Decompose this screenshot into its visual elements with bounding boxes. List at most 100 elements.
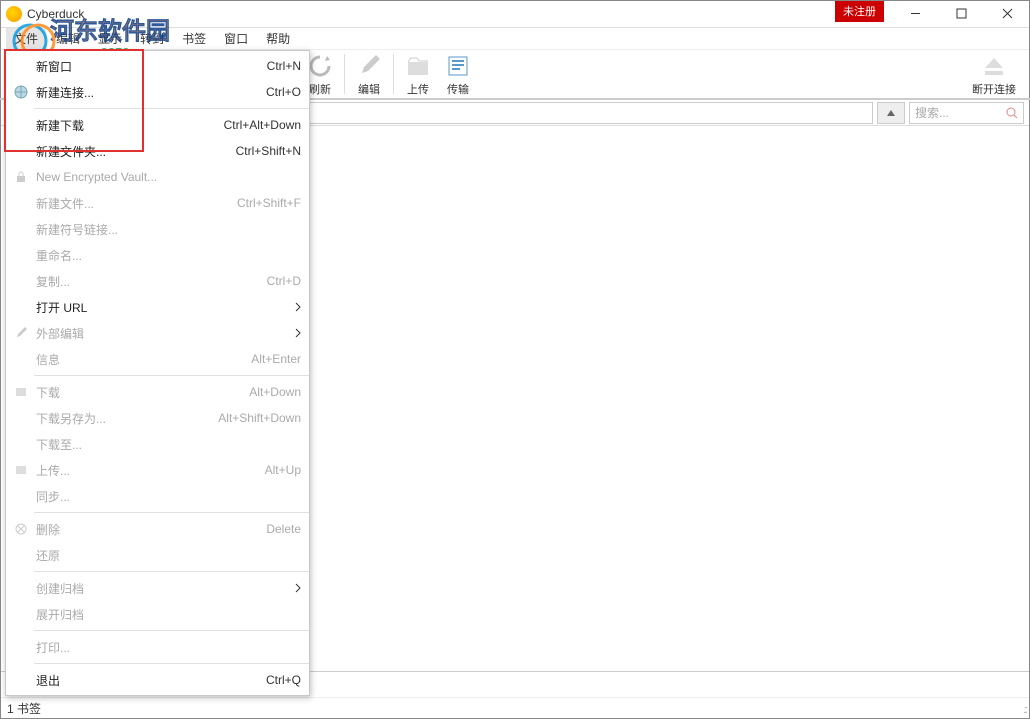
disconnect-label: 断开连接 [972, 81, 1016, 97]
menu-item-label: 同步... [32, 488, 301, 505]
blank-icon [10, 194, 32, 212]
submenu-arrow-icon [295, 302, 301, 312]
download-icon [10, 383, 32, 401]
submenu-arrow-icon [295, 328, 301, 338]
menu-item-shortcut: Alt+Enter [251, 352, 301, 366]
menu-item: 信息Alt+Enter [6, 346, 309, 372]
lock-icon [10, 168, 32, 186]
file-menu-dropdown: 新窗口Ctrl+N新建连接...Ctrl+O新建下载Ctrl+Alt+Down新… [5, 50, 310, 696]
menu-item: 下载至... [6, 431, 309, 457]
menu-item: 重命名... [6, 242, 309, 268]
globe-icon [10, 83, 32, 101]
menu-item[interactable]: 新建文件夹...Ctrl+Shift+N [6, 138, 309, 164]
blank-icon [10, 435, 32, 453]
menu-item-label: 新建连接... [32, 84, 266, 101]
menu-item-label: 打印... [32, 639, 301, 656]
menu-item-shortcut: Delete [266, 522, 301, 536]
upload-button[interactable]: 上传 [398, 50, 438, 99]
edit-button[interactable]: 编辑 [349, 50, 389, 99]
menu-item-label: 创建归档 [32, 580, 295, 597]
edit-label: 编辑 [358, 81, 380, 97]
submenu-arrow-icon [295, 583, 301, 593]
menu-separator [34, 108, 309, 109]
menu-item-label: New Encrypted Vault... [32, 170, 301, 184]
blank-icon [10, 350, 32, 368]
menu-item-label: 删除 [32, 521, 266, 538]
statusbar: 1 书签 [1, 697, 1029, 719]
menu-item-label: 新窗口 [32, 58, 267, 75]
menu-item-label: 复制... [32, 273, 267, 290]
menu-separator [34, 630, 309, 631]
menu-item: 打印... [6, 634, 309, 660]
menu-separator [34, 375, 309, 376]
blank-icon [10, 487, 32, 505]
menu-item[interactable]: 打开 URL [6, 294, 309, 320]
menu-separator [34, 571, 309, 572]
trash-icon [10, 520, 32, 538]
menu-item-label: 新建下载 [32, 117, 224, 134]
folder-up-icon [405, 53, 431, 79]
menu-item-label: 上传... [32, 462, 265, 479]
transfer-button[interactable]: 传输 [438, 50, 478, 99]
menu-item: 下载另存为...Alt+Shift+Down [6, 405, 309, 431]
blank-icon [10, 298, 32, 316]
menu-item-label: 展开归档 [32, 606, 301, 623]
menu-item-label: 新建文件夹... [32, 143, 236, 160]
menu-item: 新建文件...Ctrl+Shift+F [6, 190, 309, 216]
menu-item: 删除Delete [6, 516, 309, 542]
pen-icon [10, 324, 32, 342]
refresh-icon [307, 53, 333, 79]
refresh-label: 刷新 [309, 81, 331, 97]
menu-separator [34, 512, 309, 513]
menu-item-label: 下载 [32, 384, 249, 401]
menu-item-shortcut: Alt+Up [265, 463, 301, 477]
transfer-icon [445, 53, 471, 79]
menu-item: 还原 [6, 542, 309, 568]
blank-icon [10, 57, 32, 75]
menu-item[interactable]: 退出Ctrl+Q [6, 667, 309, 693]
menu-item: 同步... [6, 483, 309, 509]
pencil-icon [356, 53, 382, 79]
blank-icon [10, 605, 32, 623]
menu-item: 创建归档 [6, 575, 309, 601]
menu-item-shortcut: Ctrl+D [267, 274, 301, 288]
blank-icon [10, 142, 32, 160]
menu-item-shortcut: Ctrl+O [266, 85, 301, 99]
menu-item: New Encrypted Vault... [6, 164, 309, 190]
menu-item-label: 退出 [32, 672, 266, 689]
blank-icon [10, 671, 32, 689]
menu-item: 新建符号链接... [6, 216, 309, 242]
blank-icon [10, 579, 32, 597]
menu-item-label: 还原 [32, 547, 301, 564]
blank-icon [10, 546, 32, 564]
transfer-label: 传输 [447, 81, 469, 97]
menu-item-label: 下载至... [32, 436, 301, 453]
menu-item[interactable]: 新建连接...Ctrl+O [6, 79, 309, 105]
menu-item-label: 下载另存为... [32, 410, 218, 427]
menu-separator [34, 663, 309, 664]
status-text: 1 书签 [7, 700, 41, 717]
menu-item-shortcut: Ctrl+Alt+Down [224, 118, 301, 132]
menu-item-shortcut: Ctrl+Q [266, 673, 301, 687]
menu-item-label: 信息 [32, 351, 251, 368]
menu-item-shortcut: Ctrl+Shift+F [237, 196, 301, 210]
blank-icon [10, 409, 32, 427]
upload-label: 上传 [407, 81, 429, 97]
menu-item: 下载Alt+Down [6, 379, 309, 405]
blank-icon [10, 272, 32, 290]
menu-item[interactable]: 新建下载Ctrl+Alt+Down [6, 112, 309, 138]
menu-item: 展开归档 [6, 601, 309, 627]
menu-item-shortcut: Alt+Down [249, 385, 301, 399]
menu-item-label: 外部编辑 [32, 325, 295, 342]
disconnect-button[interactable]: 断开连接 [966, 50, 1022, 99]
menu-item: 上传...Alt+Up [6, 457, 309, 483]
eject-icon [981, 53, 1007, 79]
blank-icon [10, 220, 32, 238]
resize-grip[interactable]: .:: [1023, 704, 1026, 716]
menu-item-label: 重命名... [32, 247, 301, 264]
menu-item-label: 新建文件... [32, 195, 237, 212]
menu-item-shortcut: Alt+Shift+Down [218, 411, 301, 425]
upload-icon [10, 461, 32, 479]
menu-item[interactable]: 新窗口Ctrl+N [6, 53, 309, 79]
menu-item-shortcut: Ctrl+N [267, 59, 301, 73]
